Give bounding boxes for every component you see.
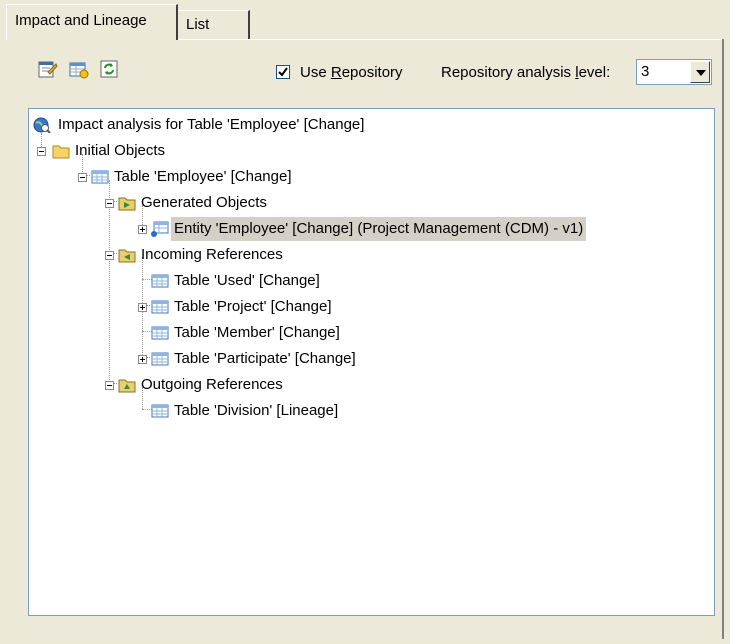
- expand-icon[interactable]: [138, 303, 147, 312]
- impact-analysis-icon: [33, 117, 51, 133]
- tab-list[interactable]: List: [178, 10, 250, 40]
- repository-level-label: Repository analysis level:: [441, 64, 611, 81]
- collapse-icon[interactable]: [105, 199, 114, 208]
- table-icon: [91, 169, 109, 185]
- incoming-folder-icon: [118, 247, 136, 263]
- use-repository-label: Use Repository: [300, 64, 403, 81]
- tree-line: [109, 180, 110, 384]
- repository-level-value: 3: [641, 63, 650, 80]
- dropdown-arrow-icon[interactable]: [690, 61, 710, 83]
- table-icon: [151, 403, 169, 419]
- table-icon: [151, 351, 169, 367]
- impact-tree[interactable]: Impact analysis for Table 'Employee' [Ch…: [28, 108, 715, 616]
- expand-icon[interactable]: [138, 355, 147, 364]
- collapse-icon[interactable]: [37, 147, 46, 156]
- expand-icon[interactable]: [138, 225, 147, 234]
- collapse-icon[interactable]: [78, 173, 87, 182]
- entity-icon: [151, 221, 169, 237]
- collapse-icon[interactable]: [105, 251, 114, 260]
- checkbox-box[interactable]: [276, 65, 290, 79]
- properties-icon[interactable]: [36, 58, 58, 80]
- tab-impact-and-lineage[interactable]: Impact and Lineage: [6, 4, 178, 40]
- table-icon: [151, 273, 169, 289]
- table-icon: [151, 325, 169, 341]
- repository-level-select[interactable]: 3: [636, 59, 712, 85]
- table-icon: [151, 299, 169, 315]
- tab-panel-shadow: [722, 39, 724, 639]
- tab-strip: Impact and Lineage List: [6, 4, 724, 40]
- generated-folder-icon: [118, 195, 136, 211]
- outgoing-folder-icon: [118, 377, 136, 393]
- refresh-icon[interactable]: [98, 58, 120, 80]
- folder-icon: [52, 143, 70, 159]
- collapse-icon[interactable]: [105, 381, 114, 390]
- generate-model-icon[interactable]: [67, 58, 89, 80]
